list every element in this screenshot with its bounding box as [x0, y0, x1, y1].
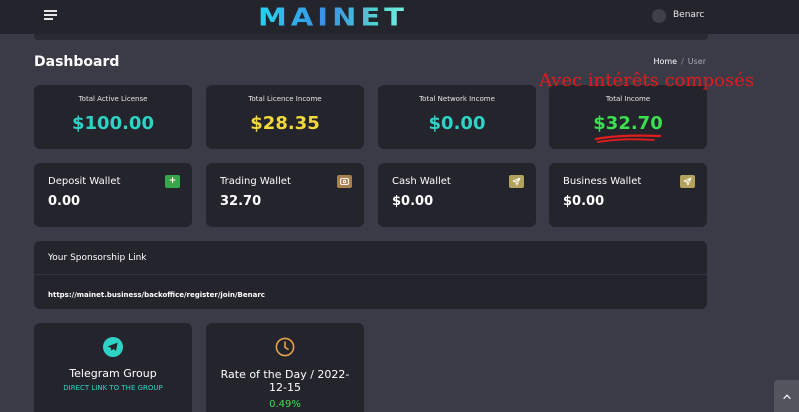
wallet-label: Deposit Wallet	[48, 176, 121, 187]
rate-card: Rate of the Day / 2022- 12-15 0.49%	[206, 323, 364, 412]
chevron-up-icon	[782, 394, 791, 399]
wallet-card-trading: Trading Wallet 32.70	[206, 163, 364, 227]
send-icon	[512, 177, 521, 186]
stat-card-licence-income: Total Licence Income $28.35	[206, 85, 364, 149]
wallet-value: 0.00	[48, 194, 81, 209]
wallet-value: 32.70	[220, 194, 262, 209]
navbar-strip	[34, 34, 708, 40]
avatar[interactable]	[652, 9, 666, 23]
sponsorship-link[interactable]: https://mainet.business/backoffice/regis…	[48, 291, 265, 299]
stat-label: Total Licence Income	[248, 95, 322, 103]
page-title: Dashboard	[34, 54, 120, 70]
stat-value: $0.00	[428, 113, 486, 134]
handwritten-annotation: Avec intérêts composés	[539, 70, 755, 91]
brand-logo[interactable]: MAINET	[258, 4, 408, 30]
user-name[interactable]: Benarc	[673, 10, 704, 20]
trading-wallet-button[interactable]	[337, 175, 352, 188]
wallet-value: $0.00	[392, 194, 434, 209]
stat-value: $32.70	[593, 113, 663, 134]
top-navbar: MAINET Benarc	[0, 0, 799, 34]
breadcrumb-current: User	[687, 57, 706, 66]
wallet-label: Cash Wallet	[392, 176, 451, 187]
telegram-title: Telegram Group	[69, 367, 157, 380]
stat-label: Total Network Income	[419, 95, 495, 103]
stat-value: $28.35	[250, 113, 320, 134]
stat-label: Total Active License	[78, 95, 148, 103]
plus-icon: +	[168, 176, 177, 186]
stat-card-active-license: Total Active License $100.00	[34, 85, 192, 149]
telegram-card[interactable]: Telegram Group DIRECT LINK TO THE GROUP	[34, 323, 192, 412]
breadcrumb-separator: /	[681, 57, 684, 66]
scroll-top-button[interactable]	[774, 380, 799, 412]
wallet-label: Trading Wallet	[220, 176, 291, 187]
stat-label: Total Income	[605, 95, 651, 103]
wallet-label: Business Wallet	[563, 176, 642, 187]
stat-value: $100.00	[72, 113, 154, 134]
telegram-link[interactable]: DIRECT LINK TO THE GROUP	[34, 384, 192, 392]
telegram-icon	[103, 337, 123, 357]
clock-icon	[275, 337, 295, 357]
money-icon	[340, 178, 349, 185]
rate-value: 0.49%	[269, 399, 301, 410]
wallet-value: $0.00	[563, 194, 605, 209]
cash-wallet-button[interactable]	[509, 175, 524, 188]
business-wallet-button[interactable]	[680, 175, 695, 188]
rate-title-line1: Rate of the Day / 2022-	[220, 368, 350, 381]
divider	[34, 274, 707, 275]
red-underline-mark	[594, 134, 662, 143]
stat-card-network-income: Total Network Income $0.00	[378, 85, 536, 149]
sponsorship-card: Your Sponsorship Link https://mainet.bus…	[34, 241, 707, 309]
deposit-add-button[interactable]: +	[165, 175, 180, 188]
menu-icon[interactable]	[44, 10, 57, 21]
breadcrumb-home[interactable]: Home	[653, 57, 677, 66]
sponsorship-title: Your Sponsorship Link	[48, 253, 147, 263]
wallet-card-cash: Cash Wallet $0.00	[378, 163, 536, 227]
rate-title-line2: 12-15	[269, 381, 301, 394]
send-icon	[683, 177, 692, 186]
breadcrumb: Home / User	[653, 57, 706, 66]
wallet-card-deposit: Deposit Wallet 0.00 +	[34, 163, 192, 227]
wallet-card-business: Business Wallet $0.00	[549, 163, 707, 227]
